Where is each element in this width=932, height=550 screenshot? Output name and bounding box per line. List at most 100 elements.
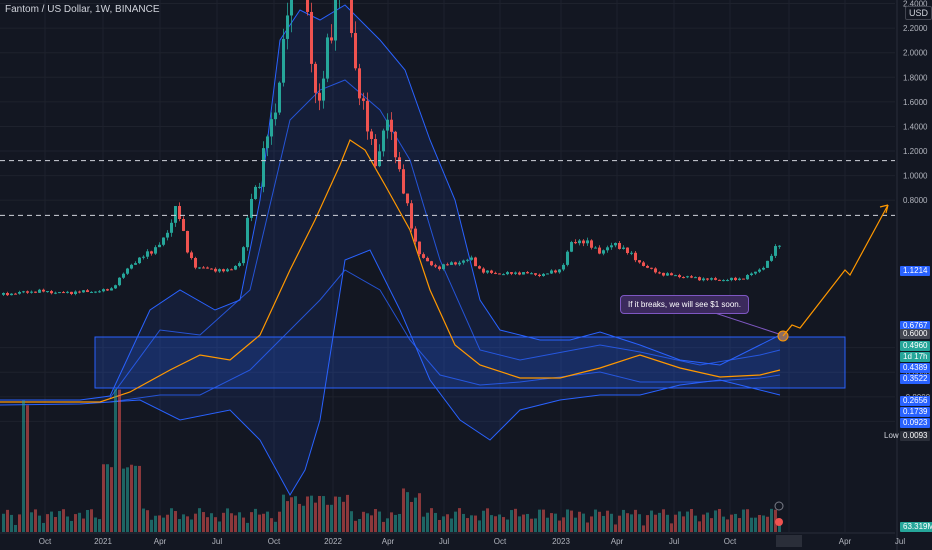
candle-body (306, 0, 309, 12)
volume-bar (542, 509, 545, 532)
candle-body (326, 37, 329, 79)
candle-body (402, 169, 405, 194)
candle-body (382, 130, 385, 152)
candle-body (658, 272, 661, 274)
candle-body (18, 292, 21, 294)
volume-bar (610, 513, 613, 532)
volume-bar (270, 518, 273, 532)
candle-body (134, 263, 137, 265)
candle-body (38, 289, 41, 293)
candle-body (274, 112, 277, 120)
volume-bar (214, 517, 217, 532)
candle-body (542, 273, 545, 276)
price-tag: 0.4960 (900, 341, 931, 351)
y-tick-label: 2.0000 (903, 49, 928, 58)
candle-body (422, 254, 425, 258)
volume-bar (30, 512, 33, 532)
price-tag: 63.319M (900, 522, 932, 532)
x-tick-label: Apr (382, 537, 395, 546)
volume-bar (486, 508, 489, 532)
volume-bar (62, 509, 65, 532)
volume-bar (162, 517, 165, 532)
candle-body (214, 268, 217, 272)
candle-body (642, 262, 645, 266)
x-tick-label: Apr (154, 537, 167, 546)
candle-body (490, 270, 493, 273)
candle-body (630, 252, 633, 254)
volume-bar (470, 515, 473, 532)
event-icon[interactable] (775, 518, 783, 526)
volume-bar (86, 509, 89, 532)
candle-body (22, 291, 25, 293)
volume-bar (690, 508, 693, 532)
candle-body (418, 241, 421, 255)
candle-body (126, 268, 129, 274)
candle-body (566, 251, 569, 265)
candle-body (482, 268, 485, 273)
volume-bar (386, 518, 389, 532)
candle-body (66, 291, 69, 293)
volume-bar (586, 522, 589, 532)
candle-body (754, 271, 757, 274)
candle-body (146, 251, 149, 257)
volume-bar (498, 514, 501, 532)
candle-body (354, 33, 357, 69)
candle-body (278, 82, 281, 113)
volume-bar (694, 515, 697, 532)
volume-bar (518, 516, 521, 532)
volume-bar (466, 518, 469, 532)
volume-bar (446, 514, 449, 532)
candle-body (574, 242, 577, 244)
currency-button[interactable]: USD (905, 6, 932, 20)
candle-body (190, 252, 193, 259)
volume-bar (126, 467, 129, 532)
volume-bar (326, 504, 329, 532)
candle-body (778, 245, 781, 247)
volume-bar (310, 495, 313, 532)
candle-body (94, 291, 97, 293)
candle-body (58, 292, 61, 294)
volume-bar (770, 508, 773, 532)
volume-bar (314, 502, 317, 532)
price-chart[interactable]: 3.00002.80002.60002.40002.20002.00001.80… (0, 0, 932, 550)
candle-body (750, 273, 753, 276)
candle-body (546, 273, 549, 275)
candle-body (182, 219, 185, 231)
candle-body (726, 280, 729, 282)
y-tick-label: 2.2000 (903, 24, 928, 33)
volume-bar (430, 508, 433, 532)
candle-body (690, 276, 693, 278)
candle-body (662, 272, 665, 276)
volume-bar (186, 516, 189, 532)
candle-body (582, 240, 585, 244)
symbol-title[interactable]: Fantom / US Dollar, 1W, BINANCE (5, 4, 160, 15)
volume-bar (58, 511, 61, 532)
chart-annotation[interactable]: If it breaks, we will see $1 soon. (620, 295, 749, 314)
candle-body (710, 278, 713, 280)
volume-bar (566, 509, 569, 532)
volume-bar (718, 508, 721, 532)
candle-body (234, 265, 237, 270)
candle-body (118, 277, 121, 286)
volume-bar (94, 517, 97, 532)
volume-bar (434, 512, 437, 532)
volume-bar (54, 517, 57, 532)
candle-body (430, 261, 433, 266)
x-tick-label: Oct (724, 537, 737, 546)
candle-body (406, 193, 409, 204)
candle-body (82, 290, 85, 293)
volume-bar (606, 510, 609, 532)
candle-body (522, 272, 525, 275)
candle-body (30, 291, 33, 293)
volume-bar (106, 464, 109, 532)
candle-body (198, 267, 201, 269)
candle-body (262, 148, 265, 187)
volume-bar (458, 508, 461, 532)
candle-body (238, 263, 241, 266)
volume-bar (726, 519, 729, 532)
volume-bar (294, 496, 297, 532)
volume-bar (90, 509, 93, 532)
x-tick-label: 2021 (94, 537, 112, 546)
volume-bar (538, 509, 541, 532)
volume-bar (150, 519, 153, 532)
